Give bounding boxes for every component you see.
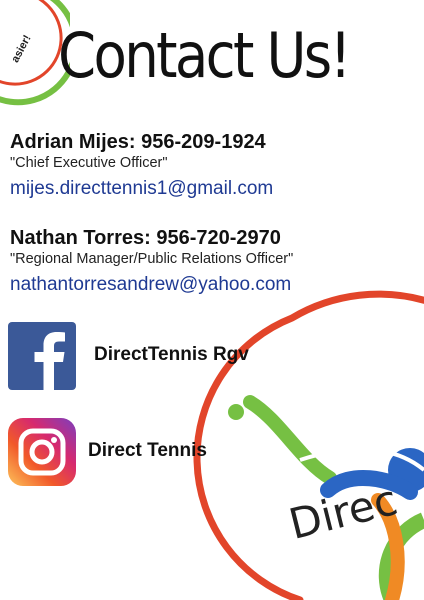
page-title: Contact Us! [58, 19, 351, 92]
instagram-icon [8, 418, 76, 486]
contact-role: "Regional Manager/Public Relations Offic… [10, 251, 294, 267]
contact-name-phone: Adrian Mijes: 956-209-1924 [10, 131, 266, 153]
logo-fragment-text: asier! [9, 33, 33, 65]
contact-card-nathan: Nathan Torres: 956-720-2970 "Regional Ma… [10, 226, 293, 298]
contact-email-link[interactable]: mijes.directtennis1@gmail.com [10, 176, 273, 202]
brand-fragment-text: Direc [284, 475, 403, 549]
contact-role: "Chief Executive Officer" [10, 155, 168, 171]
contact-card-adrian: Adrian Mijes: 956-209-1924 "Chief Execut… [10, 130, 273, 202]
contact-flyer: asier! Contact Us! Adrian Mijes: 956-209… [0, 0, 424, 600]
contact-name-phone: Nathan Torres: 956-720-2970 [10, 227, 281, 249]
facebook-icon [8, 322, 76, 390]
social-facebook[interactable]: DirectTennis Rgv [8, 322, 268, 392]
instagram-page-label[interactable]: Direct Tennis [88, 440, 207, 462]
facebook-page-label[interactable]: DirectTennis Rgv [94, 344, 249, 366]
contact-email-link[interactable]: nathantorresandrew@yahoo.com [10, 272, 293, 298]
social-instagram[interactable]: Direct Tennis [8, 418, 268, 488]
